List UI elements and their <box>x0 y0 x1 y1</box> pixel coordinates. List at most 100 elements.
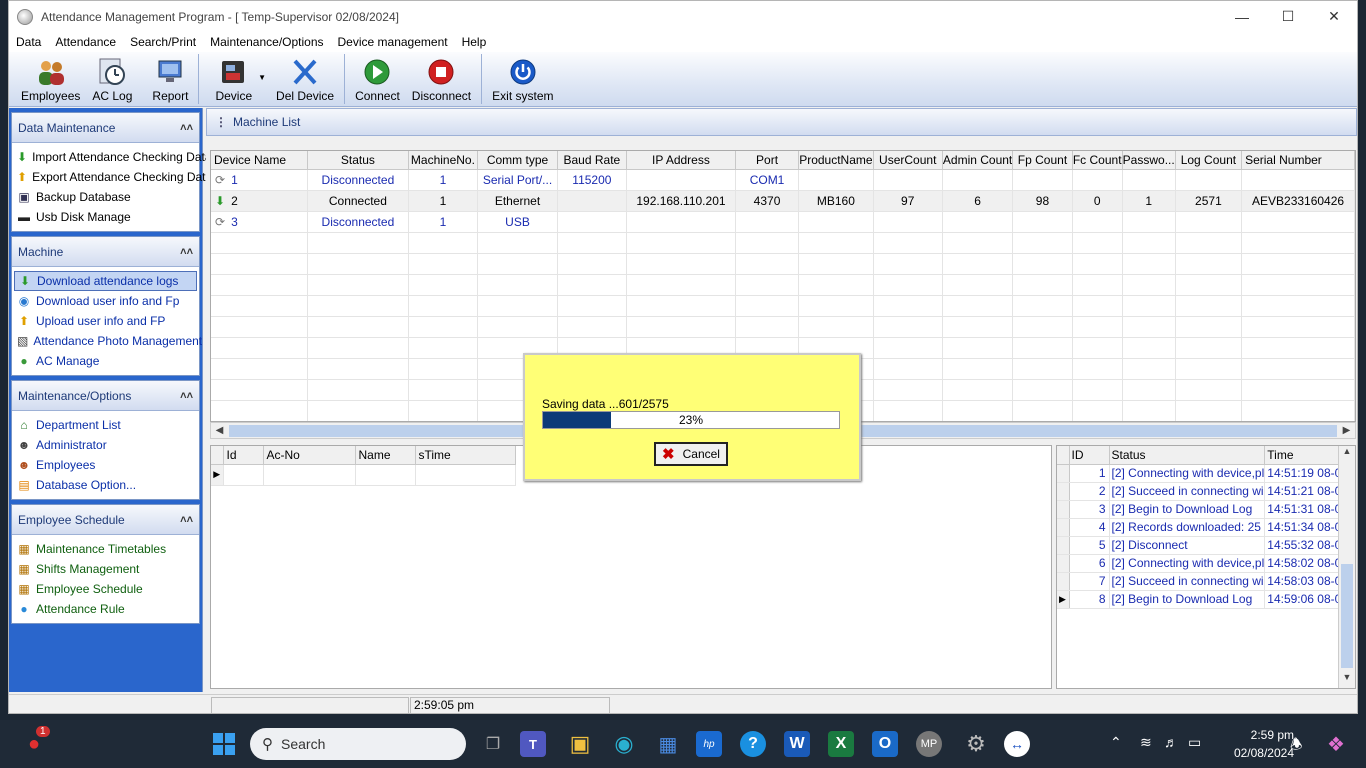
bell-icon[interactable]: 🕭 <box>1290 734 1303 758</box>
attendance-rule-item[interactable]: ● Attendance Rule <box>14 599 197 619</box>
wifi-icon[interactable]: ≋ <box>1140 734 1152 751</box>
start-button[interactable] <box>208 728 240 760</box>
table-row[interactable]: 7 [2] Succeed in connecting wi 14:58:03 08… <box>1057 572 1350 591</box>
column-header[interactable]: Id <box>223 446 264 465</box>
column-header[interactable]: Ac-No <box>263 446 356 465</box>
column-header[interactable]: Serial Number <box>1241 151 1355 170</box>
backup-database-item[interactable]: ▣ Backup Database <box>14 187 197 207</box>
device-dropdown[interactable]: ▼ <box>258 53 270 106</box>
download-user-info-item[interactable]: ◉ Download user info and Fp <box>14 291 197 311</box>
table-row[interactable]: ⟳ 3 Disconnected 1 USB <box>211 211 1355 233</box>
column-header[interactable]: Time <box>1264 446 1350 465</box>
maintenance-options-header[interactable]: Maintenance/Options ˄˄ <box>12 381 199 411</box>
menu-search-print[interactable]: Search/Print <box>123 35 203 49</box>
teamviewer-icon[interactable]: ↔ <box>1004 731 1030 757</box>
column-header[interactable]: Status <box>307 151 409 170</box>
settings-gear-icon[interactable]: ⚙ <box>960 728 992 760</box>
close-button[interactable]: ✕ <box>1311 1 1357 32</box>
myhp-icon[interactable]: hp <box>696 731 722 757</box>
connect-button[interactable]: Connect <box>349 53 406 106</box>
table-row[interactable]: 5 [2] Disconnect 14:55:32 08-02 <box>1057 536 1350 555</box>
file-explorer-icon[interactable]: ▣ <box>564 728 596 760</box>
upload-user-info-item[interactable]: ⬆ Upload user info and FP <box>14 311 197 331</box>
employees-button[interactable]: Employees <box>15 53 86 106</box>
scroll-thumb[interactable] <box>1341 564 1353 668</box>
table-row[interactable]: 3 [2] Begin to Download Log 14:51:31 08-02 <box>1057 500 1350 519</box>
vertical-scrollbar[interactable]: ▲ ▼ <box>1338 446 1355 688</box>
scroll-left-icon[interactable]: ◀ <box>211 423 228 438</box>
column-header[interactable]: Comm type <box>477 151 558 170</box>
shifts-management-item[interactable]: ▦ Shifts Management <box>14 559 197 579</box>
menu-device-management[interactable]: Device management <box>331 35 455 49</box>
profile-avatar-icon[interactable]: MP <box>916 731 942 757</box>
column-header[interactable]: Admin Count <box>942 151 1014 170</box>
chevron-up-icon[interactable]: ⌃ <box>1110 734 1122 751</box>
table-row[interactable]: 6 [2] Connecting with device,pl 14:58:02 0… <box>1057 554 1350 573</box>
store-icon[interactable]: ▦ <box>652 728 684 760</box>
widgets-icon[interactable]: ● 1 <box>18 726 50 760</box>
column-header[interactable]: ProductName <box>798 151 874 170</box>
scroll-right-icon[interactable]: ▶ <box>1338 423 1355 438</box>
ac-manage-item[interactable]: ● AC Manage <box>14 351 197 371</box>
column-header[interactable]: Log Count <box>1175 151 1243 170</box>
attendance-records-grid[interactable]: Id Ac-No Name sTime ▶ <box>210 445 1052 689</box>
collapse-icon[interactable]: ˄˄ <box>180 122 193 134</box>
column-header[interactable]: Status <box>1109 446 1266 465</box>
download-attendance-logs-item[interactable]: ⬇ Download attendance logs <box>14 271 197 291</box>
report-button[interactable]: Report <box>146 53 194 106</box>
volume-icon[interactable]: ♬ <box>1164 734 1178 750</box>
data-maintenance-header[interactable]: Data Maintenance ˄˄ <box>12 113 199 143</box>
menu-maintenance-options[interactable]: Maintenance/Options <box>203 35 330 49</box>
column-header[interactable]: ID <box>1069 446 1110 465</box>
column-header[interactable]: Fc Count <box>1072 151 1123 170</box>
exit-system-button[interactable]: Exit system <box>486 53 559 106</box>
outlook-icon[interactable]: O <box>872 731 898 757</box>
copilot-icon[interactable]: ❖ <box>1320 728 1352 760</box>
menu-attendance[interactable]: Attendance <box>48 35 123 49</box>
maintenance-timetables-item[interactable]: ▦ Maintenance Timetables <box>14 539 197 559</box>
database-option-item[interactable]: ▤ Database Option... <box>14 475 197 495</box>
column-header[interactable]: Baud Rate <box>557 151 628 170</box>
minimize-button[interactable]: — <box>1219 1 1265 32</box>
help-icon[interactable]: ? <box>740 731 766 757</box>
column-header[interactable]: Passwo... <box>1122 151 1176 170</box>
column-header[interactable]: Name <box>355 446 416 465</box>
disconnect-button[interactable]: Disconnect <box>406 53 477 106</box>
table-row[interactable]: ▶ <box>211 464 516 486</box>
administrator-item[interactable]: ☻ Administrator <box>14 435 197 455</box>
battery-icon[interactable]: ▭ <box>1188 734 1201 751</box>
cancel-button[interactable]: ✖ Cancel <box>654 442 728 466</box>
table-row[interactable]: ▶ 8 [2] Begin to Download Log 14:59:06 08-0… <box>1057 590 1350 609</box>
teams-icon[interactable]: T <box>520 731 546 757</box>
machine-header[interactable]: Machine ˄˄ <box>12 237 199 267</box>
employees-item[interactable]: ☻ Employees <box>14 455 197 475</box>
import-attendance-item[interactable]: ⬇ Import Attendance Checking Data <box>14 147 212 167</box>
column-header[interactable]: MachineNo. <box>408 151 479 170</box>
column-header[interactable]: Device Name <box>211 151 309 170</box>
excel-icon[interactable]: X <box>828 731 854 757</box>
collapse-icon[interactable]: ˄˄ <box>180 514 193 526</box>
task-view-icon[interactable]: ❐ <box>477 728 509 760</box>
table-row[interactable]: ⟳ 1 Disconnected 1 Serial Port/... 115200… <box>211 169 1355 191</box>
attendance-photo-item[interactable]: ▧ Attendance Photo Management <box>14 331 202 351</box>
collapse-icon[interactable]: ˄˄ <box>180 246 193 258</box>
maximize-button[interactable]: ☐ <box>1265 1 1311 32</box>
export-attendance-item[interactable]: ⬆ Export Attendance Checking Data <box>14 167 212 187</box>
usb-disk-manage-item[interactable]: ▬ Usb Disk Manage <box>14 207 197 227</box>
column-header[interactable]: sTime <box>415 446 516 465</box>
column-header[interactable]: Fp Count <box>1012 151 1073 170</box>
collapse-icon[interactable]: ˄˄ <box>180 390 193 402</box>
employee-schedule-header[interactable]: Employee Schedule ˄˄ <box>12 505 199 535</box>
employee-schedule-item[interactable]: ▦ Employee Schedule <box>14 579 197 599</box>
scroll-up-icon[interactable]: ▲ <box>1339 446 1355 462</box>
del-device-button[interactable]: Del Device <box>270 53 340 106</box>
edge-icon[interactable]: ◉ <box>608 728 640 760</box>
event-log-grid[interactable]: ID Status Time 1 [2] Connecting with devi… <box>1056 445 1356 689</box>
column-header[interactable]: Port <box>735 151 800 170</box>
column-header[interactable]: IP Address <box>626 151 736 170</box>
table-row[interactable]: 2 [2] Succeed in connecting wi 14:51:21 08… <box>1057 482 1350 501</box>
device-button[interactable]: Device <box>209 53 258 106</box>
taskbar-search[interactable]: ⚲ Search <box>250 728 466 760</box>
table-row[interactable]: 4 [2] Records downloaded: 25 14:51:34 08-0… <box>1057 518 1350 537</box>
department-list-item[interactable]: ⌂ Department List <box>14 415 197 435</box>
